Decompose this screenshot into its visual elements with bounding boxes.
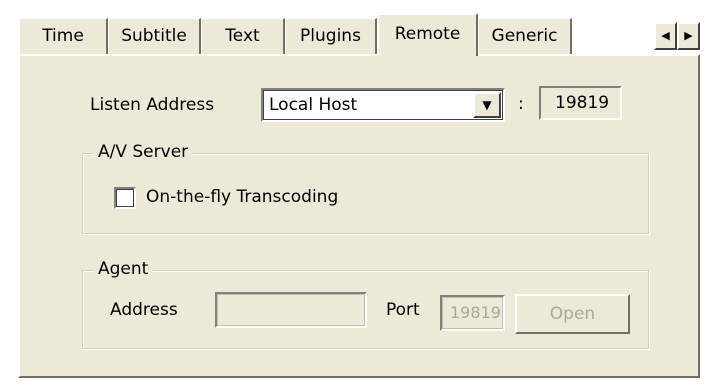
transcoding-checkbox[interactable]	[114, 187, 136, 209]
agent-open-button[interactable]: Open	[515, 294, 630, 334]
listen-port-value: 19819	[555, 93, 610, 113]
agent-port-field[interactable]: 19819	[440, 295, 505, 331]
agent-address-field[interactable]	[215, 292, 367, 328]
av-server-group-title: A/V Server	[94, 142, 193, 162]
address-port-separator: :	[518, 94, 524, 114]
agent-port-value: 19819	[450, 303, 501, 322]
listen-address-value: Local Host	[269, 95, 358, 115]
chevron-down-icon: ▼	[482, 98, 492, 112]
agent-address-label: Address	[110, 300, 178, 320]
listen-port-field: 19819	[539, 86, 622, 120]
agent-port-label: Port	[386, 300, 420, 320]
agent-open-button-label: Open	[549, 304, 596, 324]
listen-address-select[interactable]: Local Host ▼	[261, 88, 505, 122]
remote-settings-dialog: Time Subtitle Text Plugins Remote Generi…	[0, 0, 720, 387]
agent-group-title: Agent	[94, 259, 153, 279]
listen-address-label: Listen Address	[90, 95, 215, 115]
transcoding-label[interactable]: On-the-fly Transcoding	[146, 187, 338, 207]
listen-address-dropdown-button[interactable]: ▼	[473, 92, 501, 118]
